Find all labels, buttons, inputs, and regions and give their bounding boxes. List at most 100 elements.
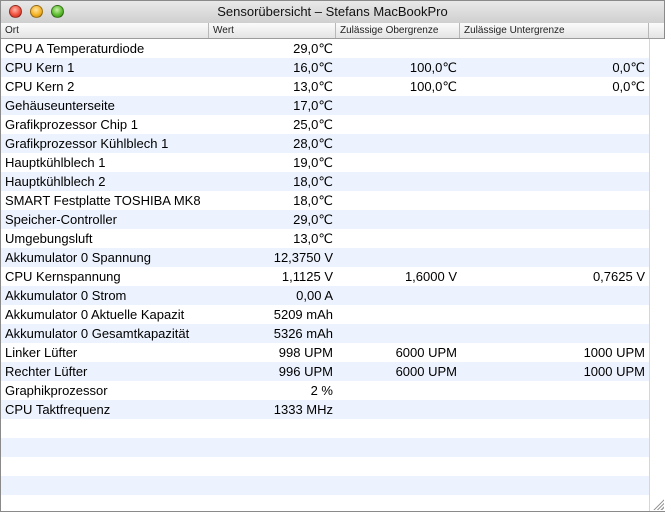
sensor-name-cell: Speicher-Controller (5, 212, 117, 227)
upper-limit-cell (336, 96, 457, 115)
upper-limit-cell (336, 324, 457, 343)
lower-limit-cell (460, 210, 645, 229)
sensor-name-cell (5, 419, 208, 438)
sensor-value-cell: 19,0℃ (293, 155, 333, 170)
upper-limit-cell (336, 438, 457, 457)
table-row[interactable]: Akkumulator 0 Spannung 12,3750 V (1, 248, 649, 267)
sensor-value-cell: 16,0℃ (293, 60, 333, 75)
sensor-value-cell: 18,0℃ (293, 193, 333, 208)
sensor-value-cell: 29,0℃ (293, 212, 333, 227)
table-row[interactable]: CPU Kernspannung 1,1125 V 1,6000 V 0,7625 V (1, 267, 649, 286)
table-row[interactable]: Graphikprozessor 2 % (1, 381, 649, 400)
lower-limit-cell: 0,0℃ (612, 79, 645, 94)
upper-limit-cell (336, 115, 457, 134)
table-row[interactable]: CPU Kern 1 16,0℃ 100,0℃ 0,0℃ (1, 58, 649, 77)
lower-limit-cell (460, 324, 645, 343)
minimize-button[interactable] (30, 5, 43, 18)
table-row[interactable] (1, 419, 649, 438)
sensor-name-cell: Akkumulator 0 Spannung (5, 250, 151, 265)
table-row[interactable] (1, 476, 649, 495)
sensor-name-cell: CPU Kern 2 (5, 79, 75, 94)
column-header-untergrenze[interactable]: Zulässige Untergrenze (460, 23, 649, 38)
sensor-table[interactable]: CPU A Temperaturdiode 29,0℃ CPU Kern 1 16,0… (1, 39, 649, 511)
sensor-name-cell: Akkumulator 0 Gesamtkapazität (5, 326, 190, 341)
sensor-name-cell: Hauptkühlblech 2 (5, 174, 106, 189)
column-header-ort[interactable]: Ort (1, 23, 209, 38)
table-row[interactable]: CPU Kern 2 13,0℃ 100,0℃ 0,0℃ (1, 77, 649, 96)
upper-limit-cell (336, 419, 457, 438)
sensor-value-cell (209, 457, 333, 476)
sensor-window: Sensorübersicht – Stefans MacBookPro Ort… (0, 0, 665, 512)
upper-limit-cell (336, 305, 457, 324)
table-row[interactable]: Akkumulator 0 Gesamtkapazität 5326 mAh (1, 324, 649, 343)
lower-limit-cell (460, 476, 645, 495)
lower-limit-cell (460, 305, 645, 324)
sensor-name-cell: CPU Kernspannung (5, 269, 121, 284)
sensor-value-cell (209, 476, 333, 495)
sensor-value-cell: 13,0℃ (293, 79, 333, 94)
sensor-value-cell: 0,00 A (296, 288, 333, 303)
upper-limit-cell (336, 286, 457, 305)
table-row[interactable] (1, 495, 649, 511)
table-row[interactable]: CPU Taktfrequenz 1333 MHz (1, 400, 649, 419)
lower-limit-cell (460, 134, 645, 153)
table-row[interactable] (1, 438, 649, 457)
table-row[interactable]: Akkumulator 0 Strom 0,00 A (1, 286, 649, 305)
sensor-value-cell: 996 UPM (278, 364, 333, 379)
zoom-button[interactable] (51, 5, 64, 18)
resize-grip-icon[interactable] (652, 498, 664, 510)
table-row[interactable]: Gehäuseunterseite 17,0℃ (1, 96, 649, 115)
sensor-name-cell: CPU A Temperaturdiode (5, 41, 145, 56)
lower-limit-cell (460, 419, 645, 438)
sensor-name-cell (5, 457, 208, 476)
lower-limit-cell (460, 153, 645, 172)
lower-limit-cell (460, 172, 645, 191)
scrollbar-area[interactable] (649, 39, 665, 511)
table-row[interactable]: Umgebungsluft 13,0℃ (1, 229, 649, 248)
sensor-value-cell: 998 UPM (278, 345, 333, 360)
lower-limit-cell: 0,0℃ (612, 60, 645, 75)
column-header-obergrenze[interactable]: Zulässige Obergrenze (336, 23, 460, 38)
close-button[interactable] (9, 5, 22, 18)
upper-limit-cell: 1,6000 V (404, 269, 457, 284)
table-header: Ort Wert Zulässige Obergrenze Zulässige … (1, 23, 664, 39)
table-row[interactable]: Speicher-Controller 29,0℃ (1, 210, 649, 229)
sensor-name-cell: Gehäuseunterseite (5, 98, 115, 113)
sensor-value-cell: 12,3750 V (273, 250, 333, 265)
table-row[interactable] (1, 457, 649, 476)
table-row[interactable]: CPU A Temperaturdiode 29,0℃ (1, 39, 649, 58)
sensor-name-cell (5, 438, 208, 457)
sensor-name-cell (5, 495, 208, 511)
upper-limit-cell (336, 229, 457, 248)
lower-limit-cell (460, 457, 645, 476)
table-row[interactable]: Rechter Lüfter 996 UPM 6000 UPM 1000 UPM (1, 362, 649, 381)
table-row[interactable]: Hauptkühlblech 2 18,0℃ (1, 172, 649, 191)
sensor-value-cell: 5209 mAh (273, 307, 333, 322)
upper-limit-cell (336, 39, 457, 58)
sensor-name-cell: Hauptkühlblech 1 (5, 155, 106, 170)
upper-limit-cell (336, 400, 457, 419)
table-row[interactable]: Grafikprozessor Kühlblech 1 28,0℃ (1, 134, 649, 153)
table-row[interactable]: SMART Festplatte TOSHIBA MK8 18,0℃ (1, 191, 649, 210)
table-row[interactable]: Hauptkühlblech 1 19,0℃ (1, 153, 649, 172)
upper-limit-cell (336, 381, 457, 400)
table-row[interactable]: Grafikprozessor Chip 1 25,0℃ (1, 115, 649, 134)
column-header-corner (649, 23, 664, 38)
lower-limit-cell (460, 191, 645, 210)
upper-limit-cell (336, 172, 457, 191)
title-bar[interactable]: Sensorübersicht – Stefans MacBookPro (1, 1, 664, 24)
sensor-name-cell: Grafikprozessor Chip 1 (5, 117, 138, 132)
lower-limit-cell (460, 229, 645, 248)
table-row[interactable]: Linker Lüfter 998 UPM 6000 UPM 1000 UPM (1, 343, 649, 362)
table-row[interactable]: Akkumulator 0 Aktuelle Kapazit 5209 mAh (1, 305, 649, 324)
column-header-wert[interactable]: Wert (209, 23, 336, 38)
upper-limit-cell: 100,0℃ (409, 60, 457, 75)
upper-limit-cell (336, 210, 457, 229)
sensor-name-cell: Umgebungsluft (5, 231, 93, 246)
sensor-value-cell (209, 419, 333, 438)
sensor-value-cell: 1,1125 V (281, 269, 333, 284)
sensor-value-cell: 13,0℃ (293, 231, 333, 246)
sensor-value-cell (209, 495, 333, 511)
upper-limit-cell: 6000 UPM (395, 364, 457, 379)
lower-limit-cell (460, 400, 645, 419)
